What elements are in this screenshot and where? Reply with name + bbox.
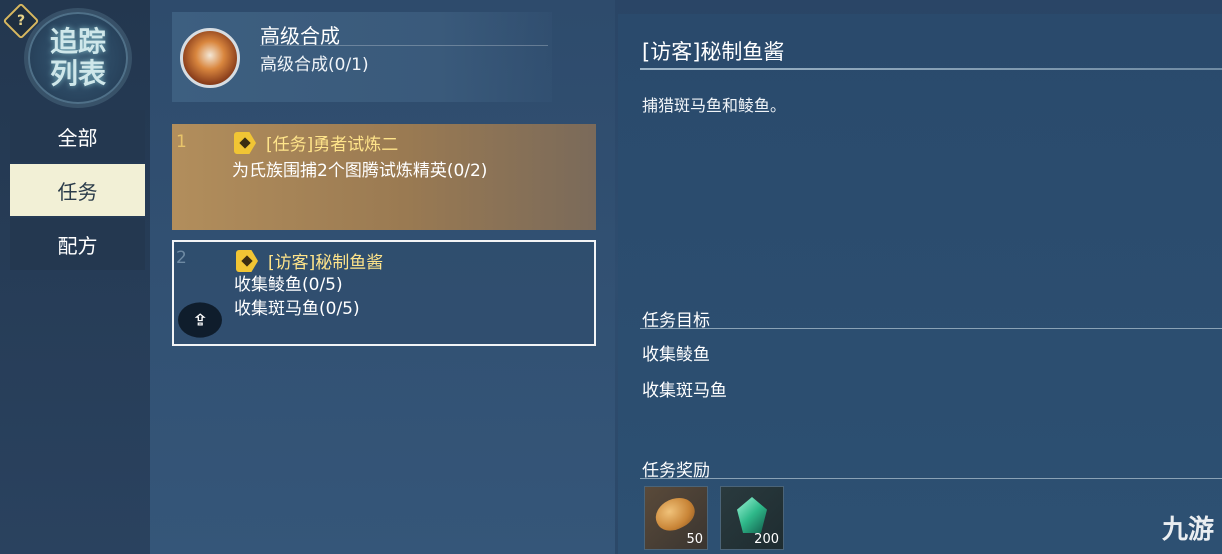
objective-item: 收集鲮鱼 [642, 345, 710, 365]
rewards-divider [640, 478, 1222, 479]
quest-marker-icon [234, 132, 256, 154]
sidebar-item-label: 配方 [57, 233, 98, 258]
header-progress: 高级合成(0/1) [260, 55, 369, 75]
emblem-text-line2: 列表 [49, 57, 106, 90]
tracking-list: 高级合成 高级合成(0/1) 1 [任务]勇者试炼二 为氏族围捕2个图腾试炼精英… [150, 0, 615, 554]
quest-number: 2 [176, 248, 187, 268]
pin-top-button[interactable]: ⇪ [178, 302, 222, 338]
header-divider [260, 45, 548, 46]
objectives-divider [640, 328, 1222, 329]
quest-detail-panel: [访客]秘制鱼酱 捕猎斑马鱼和鲮鱼。 任务目标 收集鲮鱼 收集斑马鱼 任务奖励 … [618, 14, 1222, 554]
sidebar-item-label: 任务 [57, 179, 98, 204]
quest-objective: 收集鲮鱼(0/5) [234, 275, 343, 295]
sidebar-item-label: 全部 [57, 125, 98, 150]
detail-title: [访客]秘制鱼酱 [642, 40, 785, 64]
help-icon-glyph: ? [16, 13, 26, 29]
quest-objective: 为氏族围捕2个图腾试炼精英(0/2) [232, 161, 488, 181]
sidebar-item-all[interactable]: 全部 [10, 110, 145, 162]
arrow-up-icon: ⇪ [191, 310, 209, 330]
quest-item-1[interactable]: 1 [任务]勇者试炼二 为氏族围捕2个图腾试炼精英(0/2) [172, 124, 596, 230]
bread-icon [650, 491, 700, 537]
watermark-logo: 九游 [1161, 515, 1214, 545]
quest-item-2[interactable]: 2 [访客]秘制鱼酱 收集鲮鱼(0/5) 收集斑马鱼(0/5) ⇪ [172, 240, 596, 346]
quest-number: 1 [176, 132, 187, 152]
red-panda-avatar-icon [180, 28, 240, 88]
quest-objective: 收集斑马鱼(0/5) [234, 299, 360, 319]
sidebar-item-quests[interactable]: 任务 [10, 164, 145, 216]
detail-description: 捕猎斑马鱼和鲮鱼。 [642, 96, 787, 115]
detail-title-divider [640, 68, 1222, 70]
game-screen: ? 追踪 列表 全部 任务 配方 高级合成 高级合成(0/1) 1 [任务]勇者… [0, 0, 1222, 554]
reward-item[interactable]: 200 [720, 486, 784, 550]
sidebar-item-recipes[interactable]: 配方 [10, 218, 145, 270]
reward-count: 200 [754, 532, 779, 547]
crafting-header-card[interactable]: 高级合成 高级合成(0/1) [172, 12, 552, 102]
reward-item[interactable]: 50 [644, 486, 708, 550]
quest-title: [任务]勇者试炼二 [266, 135, 399, 155]
quest-marker-icon [236, 250, 258, 272]
tracking-list-emblem: 追踪 列表 [28, 12, 128, 104]
gem-icon [737, 497, 767, 533]
sidebar: ? 追踪 列表 全部 任务 配方 [0, 0, 150, 554]
objective-item: 收集斑马鱼 [642, 381, 727, 401]
reward-count: 50 [686, 532, 703, 547]
emblem-text-line1: 追踪 [49, 25, 106, 58]
